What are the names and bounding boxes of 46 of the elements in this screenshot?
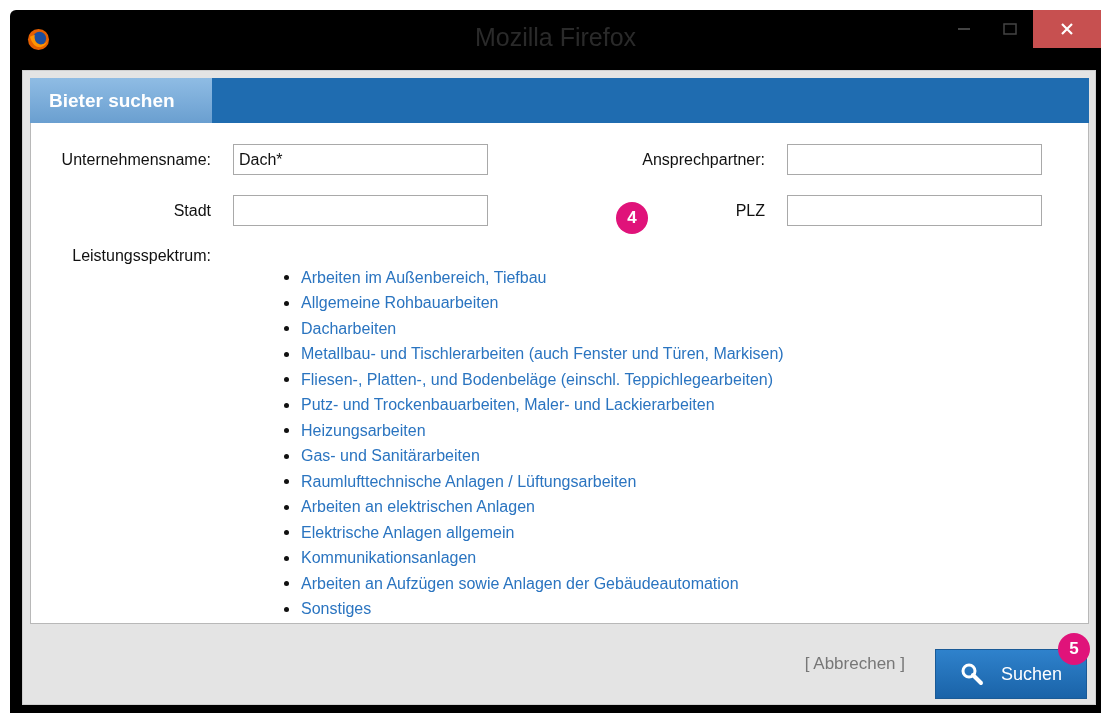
service-link[interactable]: Dacharbeiten	[301, 319, 397, 338]
service-link[interactable]: Metallbau- und Tischlerarbeiten (auch Fenster und Türen, Markisen)	[301, 345, 784, 364]
service-link[interactable]: Elektrische Anlagen allgemein	[301, 523, 515, 542]
service-link[interactable]: Allgemeine Rohbauarbeiten	[301, 294, 499, 313]
field-label: PLZ	[735, 201, 765, 219]
step-badge: 5	[1058, 633, 1090, 665]
bullet-icon	[284, 326, 289, 332]
service-link[interactable]: Kommunikationsanlagen	[301, 549, 477, 568]
input-field[interactable]: Dach*	[233, 144, 488, 175]
bullet-icon	[284, 581, 289, 587]
bullet-icon	[284, 606, 289, 612]
field-label: Unternehmensname:	[61, 150, 211, 168]
close-button[interactable]	[1033, 10, 1101, 48]
service-link[interactable]: Putz- und Trockenbauarbeiten, Maler- und Lackierarbeiten	[301, 396, 715, 415]
bullet-icon	[284, 428, 289, 434]
bullet-icon	[284, 377, 289, 383]
service-link[interactable]: Fliesen-, Platten-, und Bodenbeläge (einschl. Teppichlegearbeiten)	[301, 370, 773, 389]
bullet-icon	[284, 275, 289, 281]
service-link[interactable]: Arbeiten an Aufzügen sowie Anlagen der Gebäudeautomation	[301, 574, 739, 593]
service-link[interactable]: Raumlufttechnische Anlagen / Lüftungsarbeiten	[301, 472, 637, 491]
field-label: Stadt	[173, 201, 211, 219]
service-link[interactable]: Heizungsarbeiten	[301, 421, 426, 440]
minimize-icon	[958, 27, 970, 31]
bullet-icon	[284, 479, 289, 485]
maximize-icon	[1003, 23, 1017, 35]
bullet-icon	[284, 555, 289, 561]
close-icon	[1060, 22, 1074, 36]
bullet-icon	[284, 530, 289, 536]
search-icon	[959, 662, 984, 686]
input-field[interactable]	[787, 144, 1042, 175]
field-label: Leistungsspektrum:	[71, 247, 211, 266]
service-link[interactable]: Arbeiten an elektrischen Anlagen	[301, 498, 535, 517]
input-field[interactable]	[787, 195, 1042, 226]
bullet-icon	[284, 504, 289, 510]
bullet-icon	[284, 351, 289, 357]
service-link[interactable]: Sonstiges	[301, 600, 372, 619]
bullet-icon	[284, 300, 289, 306]
bullet-icon	[284, 402, 289, 408]
step-badge: 4	[616, 202, 648, 234]
field-label: Ansprechpartner:	[642, 150, 765, 168]
cancel-link[interactable]: [ Abbrechen ]	[804, 654, 905, 674]
bullet-icon	[284, 453, 289, 459]
service-link[interactable]: Arbeiten im Außenbereich, Tiefbau	[301, 268, 547, 287]
firefox-logo-icon	[27, 28, 50, 51]
input-field[interactable]	[233, 195, 488, 226]
service-link[interactable]: Gas- und Sanitärarbeiten	[301, 447, 480, 466]
